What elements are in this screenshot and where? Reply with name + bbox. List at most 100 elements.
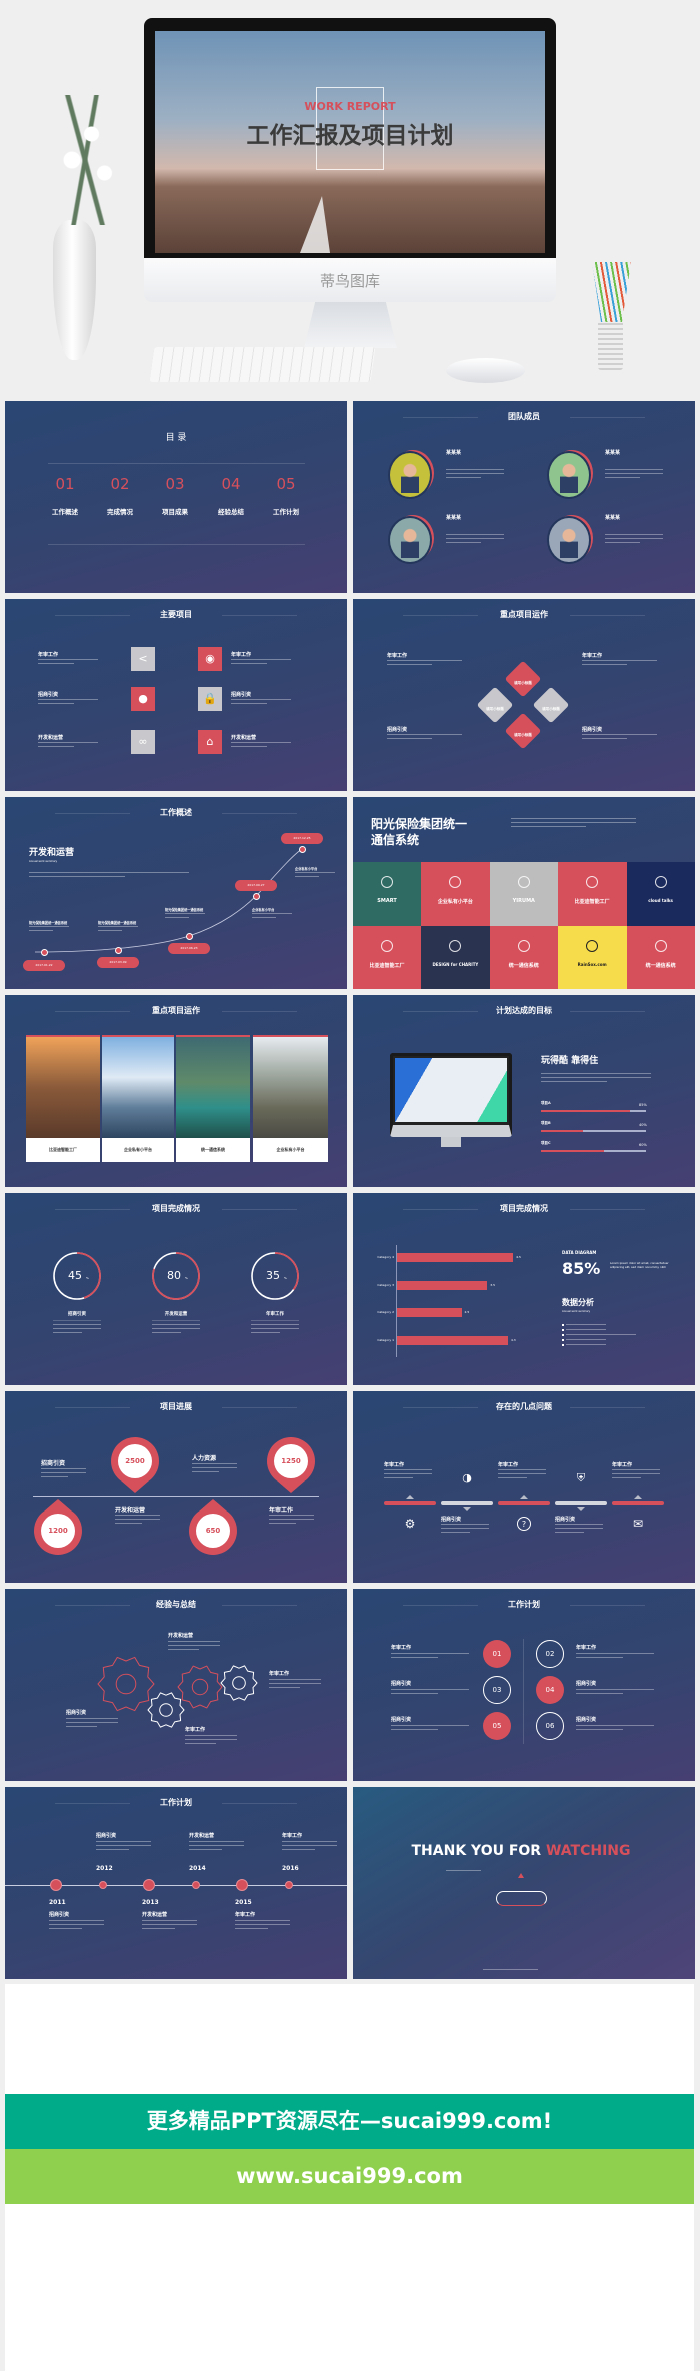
thanks-heading: THANK YOU FOR WATCHING xyxy=(412,1843,631,1859)
home-icon[interactable]: ⌂ xyxy=(198,730,222,754)
group-icon[interactable]: ● xyxy=(131,687,155,711)
goal-fill xyxy=(541,1150,604,1152)
plan-number-circle[interactable]: 04 xyxy=(536,1676,564,1704)
link-icon[interactable]: ∞ xyxy=(131,730,155,754)
timeline-label: 开发和运营 xyxy=(142,1912,168,1918)
promo-banner[interactable]: 更多精品PPT资源尽在—sucai999.com! xyxy=(5,2094,694,2149)
plan-number-circle[interactable]: 03 xyxy=(483,1676,511,1704)
paragraph-text xyxy=(53,1324,101,1326)
milestone-dot[interactable] xyxy=(252,892,260,900)
issue-segment[interactable] xyxy=(441,1501,493,1505)
milestone-dot[interactable] xyxy=(114,946,122,954)
date-pill[interactable]: 2017.06.23 xyxy=(168,943,210,954)
milestone-dot[interactable] xyxy=(185,932,193,940)
paragraph-text xyxy=(282,1849,315,1851)
timeline-dot-small[interactable] xyxy=(192,1881,200,1889)
footer-panel: 更多精品PPT资源尽在—sucai999.com! www.sucai999.c… xyxy=(5,1984,694,2371)
showcase-tile[interactable]: 统一通信系统 xyxy=(489,926,559,989)
avatar-person xyxy=(560,528,578,558)
paragraph-text xyxy=(38,703,74,705)
issue-segment[interactable] xyxy=(498,1501,550,1505)
slide-barchart: 项目完成情况 Category 4 4.5 Category 3 3.5 Category… xyxy=(353,1193,695,1385)
share-icon[interactable]: < xyxy=(131,647,155,671)
date-pill[interactable]: 2017.09.27 xyxy=(235,880,277,891)
issue-segment[interactable] xyxy=(612,1501,664,1505)
ring-label: 招商引资 xyxy=(68,1312,86,1317)
paragraph-text xyxy=(541,1081,607,1083)
photo-card[interactable]: 统一通信系统 xyxy=(176,1035,250,1162)
divider xyxy=(48,463,305,464)
bar[interactable] xyxy=(397,1335,508,1345)
plan-number-circle[interactable]: 02 xyxy=(536,1640,564,1668)
photo-card[interactable]: 企业私有小平台 xyxy=(253,1035,328,1162)
diamond-tile[interactable]: 填写小标题 xyxy=(504,712,542,750)
issue-label: 年审工作 xyxy=(498,1462,519,1468)
enter-button[interactable] xyxy=(496,1891,547,1906)
timeline-dot-small[interactable] xyxy=(285,1881,293,1889)
lock-icon[interactable]: 🔒 xyxy=(198,687,222,711)
slide-timeline: 工作计划 2011 招商引资 2013 开发和运营 2015 年审工作 2012 招商引资 201… xyxy=(5,1787,347,1979)
progress-label: 人力资源 xyxy=(192,1455,217,1462)
paragraph-text xyxy=(384,1473,432,1475)
paragraph-text xyxy=(49,1920,104,1922)
date-pill[interactable]: 2017.12.25 xyxy=(281,833,323,844)
toc-number: 01 xyxy=(55,475,75,493)
showcase-tile[interactable]: cloud talks xyxy=(626,862,695,926)
divider xyxy=(53,1320,101,1321)
project-photo xyxy=(253,1037,328,1138)
milestone-dot[interactable] xyxy=(298,845,306,853)
issue-segment[interactable] xyxy=(384,1501,436,1505)
date-pill[interactable]: 2017.01.22 xyxy=(23,960,65,971)
photo-card[interactable]: 企业私有小平台 xyxy=(102,1035,174,1162)
photo-caption: 企业私有小平台 xyxy=(276,1147,305,1152)
paragraph-text xyxy=(38,699,98,701)
showcase-tile[interactable]: 比亚迪智能工厂 xyxy=(353,926,422,989)
timeline-dot-large[interactable] xyxy=(143,1879,155,1891)
goal-fill xyxy=(541,1110,631,1112)
paragraph-text xyxy=(582,734,657,736)
toc-label: 工作计划 xyxy=(273,508,299,516)
bar-value: 4.3 xyxy=(510,1338,516,1342)
toc-item[interactable]: 01 工作概述 xyxy=(45,475,85,525)
paragraph-text xyxy=(185,1735,237,1737)
showcase-tile[interactable]: 企业私有小平台 xyxy=(421,862,490,926)
toc-item[interactable]: 05 工作计划 xyxy=(266,475,306,525)
toc-item[interactable]: 02 完成情况 xyxy=(100,475,140,525)
paragraph-text xyxy=(295,876,319,878)
plan-number-circle[interactable]: 05 xyxy=(483,1712,511,1740)
timeline-year: 2013 xyxy=(142,1899,159,1906)
paragraph-text xyxy=(511,822,636,824)
toc-number: 03 xyxy=(165,475,185,493)
date-pill[interactable]: 2017.03.09 xyxy=(97,957,139,968)
diamond-label: 填写小标题 xyxy=(542,707,560,711)
timeline-dot-small[interactable] xyxy=(99,1881,107,1889)
showcase-tile[interactable]: 统一通信系统 xyxy=(626,926,695,989)
toc-label: 项目成果 xyxy=(162,508,188,516)
bullet-dot xyxy=(562,1339,564,1341)
toc-item[interactable]: 04 经验总结 xyxy=(211,475,251,525)
timeline-dot-large[interactable] xyxy=(236,1879,248,1891)
paragraph-text xyxy=(41,1476,68,1478)
bar-value: 3.5 xyxy=(490,1283,496,1287)
showcase-tile[interactable]: RainSox.com xyxy=(558,926,627,989)
showcase-tile[interactable]: SMART xyxy=(353,862,422,926)
bullet-dot xyxy=(562,1329,564,1331)
photo-card[interactable]: 比亚迪智能工厂 xyxy=(26,1035,100,1162)
milestone-dot[interactable] xyxy=(40,948,48,956)
showcase-tile[interactable]: 比亚迪智能工厂 xyxy=(558,862,627,926)
toc-item[interactable]: 03 项目成果 xyxy=(155,475,195,525)
analysis-heading-en: Annual work summary xyxy=(562,1310,591,1313)
paragraph-text xyxy=(446,534,504,536)
bar[interactable] xyxy=(397,1252,514,1262)
paragraph-text xyxy=(498,1469,546,1471)
plan-number-circle[interactable]: 01 xyxy=(483,1640,511,1668)
promo-url[interactable]: www.sucai999.com xyxy=(5,2149,694,2204)
plan-number-circle[interactable]: 06 xyxy=(536,1712,564,1740)
disc-icon[interactable]: ◉ xyxy=(198,647,222,671)
bar[interactable] xyxy=(397,1307,462,1317)
bar[interactable] xyxy=(397,1280,488,1290)
issue-segment[interactable] xyxy=(555,1501,607,1505)
showcase-tile[interactable]: YIRUMA xyxy=(489,862,559,926)
timeline-dot-large[interactable] xyxy=(50,1879,62,1891)
showcase-tile[interactable]: DESIGN for CHARITY xyxy=(421,926,490,989)
